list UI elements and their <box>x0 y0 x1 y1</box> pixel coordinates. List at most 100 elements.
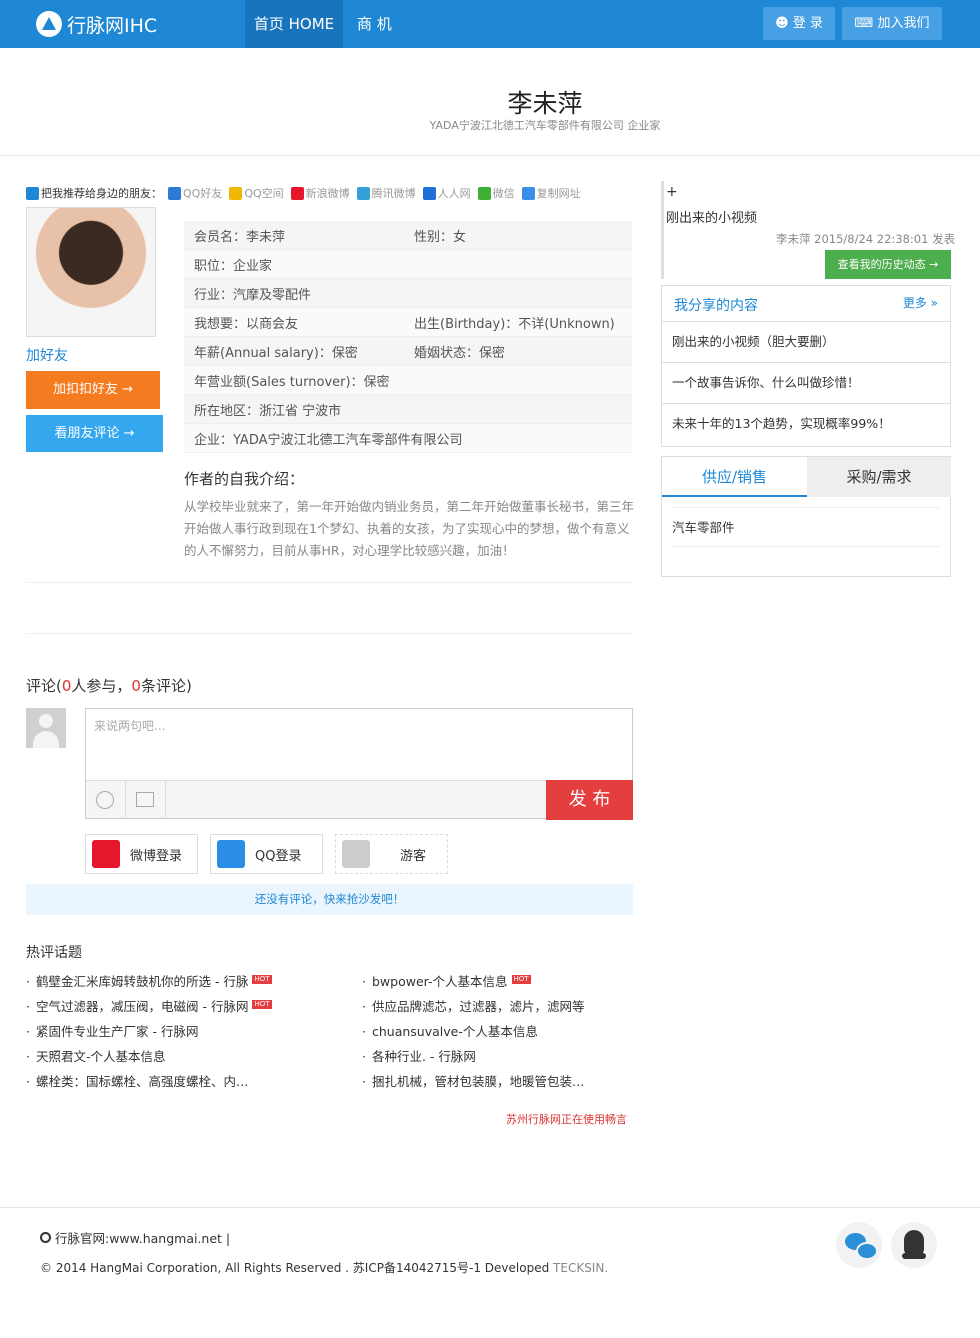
hot-topic-item[interactable]: 紧固件专业生产厂家 - 行脉网 <box>26 1021 272 1046</box>
share-sina-weibo[interactable]: 新浪微博 <box>290 185 350 201</box>
hot-topic-item[interactable]: 供应品牌滤芯，过滤器，滤片，滤网等 <box>362 996 585 1021</box>
hot-topic-text: 空气过滤器，减压阀，电磁阀 - 行脉网 <box>35 999 249 1014</box>
info-cell: 我想要：以商会友 <box>194 316 299 332</box>
share-label: 复制网址 <box>536 187 581 200</box>
no-comment-notice: 还没有评论，快来抢沙发吧！ <box>26 884 633 915</box>
profile-subtitle: YADA宁波江北德工汽车零部件有限公司 企业家 <box>429 119 661 132</box>
expand-icon[interactable]: + <box>666 184 678 200</box>
share-label: 新浪微博 <box>305 187 350 200</box>
info-cell: 企业：YADA宁波江北德工汽车零部件有限公司 <box>194 432 463 448</box>
comment-box: 来说两句吧... 发 布 <box>85 708 633 820</box>
shared-item[interactable]: 未来十年的13个趋势，实现概率99%！ <box>662 404 950 445</box>
divider <box>0 1207 980 1208</box>
hot-topic-item[interactable]: 各种行业. - 行脉网 <box>362 1046 585 1071</box>
nav-home[interactable]: 首页 HOME <box>245 0 343 48</box>
info-cell: 出生(Birthday)：不详(Unknown) <box>414 316 615 332</box>
developer-link[interactable]: TECKSIN. <box>553 1261 608 1275</box>
supply-demand-tabs: 供应/销售 采购/需求 汽车零部件 <box>661 456 951 577</box>
hot-topic-item[interactable]: 天照君文-个人基本信息 <box>26 1046 272 1071</box>
changyan-powered-link[interactable]: 苏州行脉网正在使用畅言 <box>506 1111 627 1127</box>
shared-item[interactable]: 刚出来的小视频（胆大要删） <box>662 322 950 363</box>
add-friend-link[interactable]: 加好友 <box>26 345 68 365</box>
hot-topic-text: 天照君文-个人基本信息 <box>35 1049 166 1064</box>
hot-topic-text: bwpower-个人基本信息 <box>371 974 508 989</box>
comment-heading: 评论(0人参与，0条评论) <box>26 675 192 696</box>
hot-topic-text: chuansuvalve-个人基本信息 <box>371 1024 538 1039</box>
hot-badge: HOT <box>252 975 272 984</box>
info-cell: 行业：汽摩及零配件 <box>194 287 312 303</box>
weibo-icon <box>92 840 120 868</box>
tab-purchase[interactable]: 采购/需求 <box>807 457 951 497</box>
hot-topic-text: 紧固件专业生产厂家 - 行脉网 <box>35 1024 199 1039</box>
tab-supply[interactable]: 供应/销售 <box>662 457 807 497</box>
share-bar: 把我推荐给身边的朋友： QQ好友 QQ空间 新浪微博 腾讯微博 人人网 微信 复… <box>26 184 588 202</box>
share-qzone[interactable]: QQ空间 <box>229 185 284 201</box>
info-row: 我想要：以商会友 出生(Birthday)：不详(Unknown) <box>184 308 632 337</box>
view-friend-reviews-button[interactable]: 看朋友评论 → <box>26 415 163 452</box>
login-button[interactable]: ☻ 登 录 <box>763 7 835 40</box>
hot-badge: HOT <box>252 1000 272 1009</box>
share-label: 腾讯微博 <box>371 187 416 200</box>
hot-topic-item[interactable]: 空气过滤器，减压阀，电磁阀 - 行脉网HOT <box>26 996 272 1021</box>
guest-label: 游客 <box>400 848 427 864</box>
nav-business[interactable]: 商 机 <box>347 0 402 48</box>
share-label: 微信 <box>492 187 515 200</box>
hot-topic-item[interactable]: 螺栓类：国标螺栓、高强度螺栓、内… <box>26 1071 272 1096</box>
share-label: 人人网 <box>437 187 471 200</box>
comment-heading-mid: 人参与， <box>71 677 132 695</box>
weibo-login-button[interactable]: 微博登录 <box>85 834 198 874</box>
view-history-button[interactable]: 查看我的历史动态 → <box>825 250 951 279</box>
more-link[interactable]: 更多 » <box>903 294 938 311</box>
shared-content-title: 我分享的内容 <box>674 298 758 314</box>
add-qq-friend-button[interactable]: 加扣扣好友 → <box>26 371 160 409</box>
guest-login-button[interactable]: 游客 <box>335 834 448 874</box>
shared-item[interactable]: 一个故事告诉你、什么叫做珍惜！ <box>662 363 950 404</box>
share-lead: 把我推荐给身边的朋友： <box>26 185 162 201</box>
wechat-icon <box>477 186 491 200</box>
divider <box>125 781 126 819</box>
info-row: 职位：企业家 <box>184 250 632 279</box>
qq-icon[interactable] <box>891 1222 937 1268</box>
qq-icon <box>217 840 245 868</box>
divider <box>165 781 166 819</box>
hot-topic-item[interactable]: chuansuvalve-个人基本信息 <box>362 1021 585 1046</box>
share-tencent-weibo[interactable]: 腾讯微博 <box>356 185 416 201</box>
hot-topic-item[interactable]: bwpower-个人基本信息HOT <box>362 971 585 996</box>
emoji-icon[interactable] <box>96 791 114 809</box>
qq-login-label: QQ登录 <box>255 848 302 864</box>
comment-heading-prefix: 评论( <box>26 677 62 695</box>
footer-site-link[interactable]: 行脉官网:www.hangmai.net | <box>40 1228 230 1247</box>
hot-topic-item[interactable]: 鹤壁金汇米库姆转鼓机你的所选 - 行脉HOT <box>26 971 272 996</box>
site-logo[interactable]: 行脉网IHC <box>36 10 157 38</box>
tencent-weibo-icon <box>356 186 370 200</box>
guest-avatar-icon <box>342 840 370 868</box>
wechat-icon[interactable] <box>836 1222 882 1268</box>
share-label: QQ空间 <box>244 187 284 200</box>
info-row: 会员名：李未萍 性别：女 <box>184 221 632 250</box>
share-copy-url[interactable]: 复制网址 <box>521 185 581 201</box>
info-row: 年薪(Annual salary)：保密 婚姻状态：保密 <box>184 337 632 366</box>
info-cell: 婚姻状态：保密 <box>414 345 506 361</box>
participant-count: 0 <box>61 677 72 695</box>
share-qq-friends[interactable]: QQ好友 <box>168 185 222 201</box>
hot-topic-item[interactable]: 捆扎机械，管材包装膜，地暖管包装… <box>362 1071 585 1096</box>
hot-topic-text: 各种行业. - 行脉网 <box>371 1049 476 1064</box>
login-label: 登 录 <box>792 16 823 31</box>
join-button[interactable]: ⌨ 加入我们 <box>842 7 942 40</box>
comment-input[interactable]: 来说两句吧... <box>86 709 632 780</box>
qq-login-button[interactable]: QQ登录 <box>210 834 323 874</box>
info-cell: 年薪(Annual salary)：保密 <box>194 345 358 361</box>
latest-post-title[interactable]: 刚出来的小视频 <box>666 207 757 226</box>
comment-count: 0 <box>131 677 141 695</box>
copy-icon <box>521 186 535 200</box>
tab-content-item[interactable]: 汽车零部件 <box>672 507 940 547</box>
star-icon <box>229 186 243 200</box>
share-wechat[interactable]: 微信 <box>477 185 515 201</box>
comment-heading-suffix: 条评论) <box>140 677 192 695</box>
info-cell: 职位：企业家 <box>194 258 273 274</box>
divider <box>26 582 633 583</box>
post-button[interactable]: 发 布 <box>546 780 633 820</box>
weibo-icon <box>290 186 304 200</box>
share-renren[interactable]: 人人网 <box>422 185 471 201</box>
image-icon[interactable] <box>136 792 154 807</box>
